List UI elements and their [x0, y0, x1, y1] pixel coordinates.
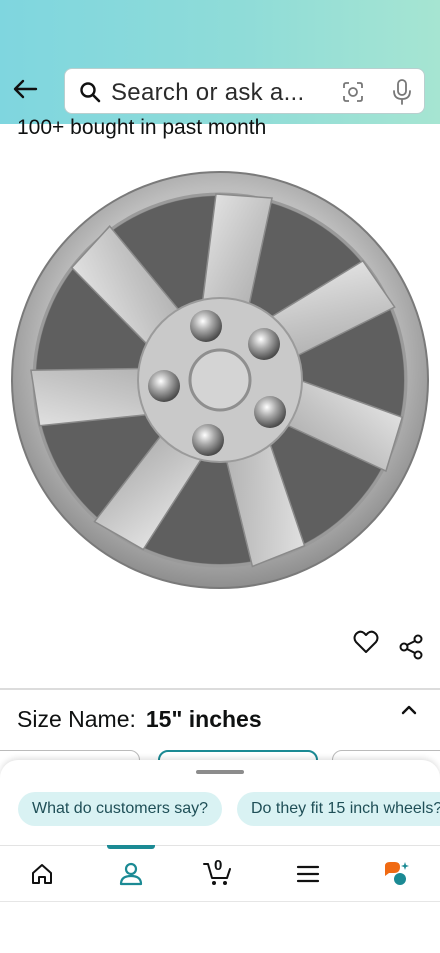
suggestion-chip[interactable]: Do they fit 15 inch wheels? — [237, 792, 440, 826]
product-image[interactable] — [10, 168, 430, 592]
nav-cart[interactable] — [188, 846, 248, 902]
rufus-assistant-icon — [385, 862, 409, 885]
microphone-icon[interactable] — [390, 78, 414, 106]
nav-home[interactable] — [12, 846, 72, 902]
camera-lens-icon[interactable] — [341, 80, 365, 104]
chevron-up-icon — [401, 705, 417, 715]
bottom-divider — [0, 901, 440, 902]
top-bar: Search or ask a... — [0, 0, 440, 124]
suggestion-chips: What do customers say? Do they fit 15 in… — [18, 792, 440, 828]
person-icon — [119, 862, 143, 886]
favorite-button[interactable] — [352, 628, 380, 656]
section-divider — [0, 688, 440, 690]
home-icon — [32, 864, 52, 884]
cart-count-badge: 0 — [214, 857, 223, 874]
nav-rufus[interactable] — [366, 846, 426, 902]
suggestion-chip[interactable]: What do customers say? — [18, 792, 223, 826]
nav-account[interactable] — [101, 846, 161, 902]
share-icon — [399, 634, 423, 660]
search-input[interactable]: Search or ask a... — [64, 68, 425, 114]
arrow-left-icon — [13, 79, 38, 99]
hamburger-menu-icon — [296, 865, 320, 883]
nav-menu[interactable] — [278, 846, 338, 902]
bought-count-text: 100+ bought in past month — [17, 116, 267, 139]
heart-icon — [353, 630, 379, 653]
collapse-size-button[interactable] — [398, 700, 420, 720]
search-placeholder: Search or ask a... — [111, 79, 305, 106]
share-button[interactable] — [398, 634, 424, 660]
size-name-row: Size Name: 15" inches — [17, 706, 262, 733]
size-value: 15" inches — [145, 706, 262, 732]
sheet-drag-handle[interactable] — [196, 770, 244, 774]
back-button[interactable] — [10, 74, 40, 104]
search-icon — [80, 82, 101, 103]
size-label: Size Name: — [17, 706, 136, 732]
